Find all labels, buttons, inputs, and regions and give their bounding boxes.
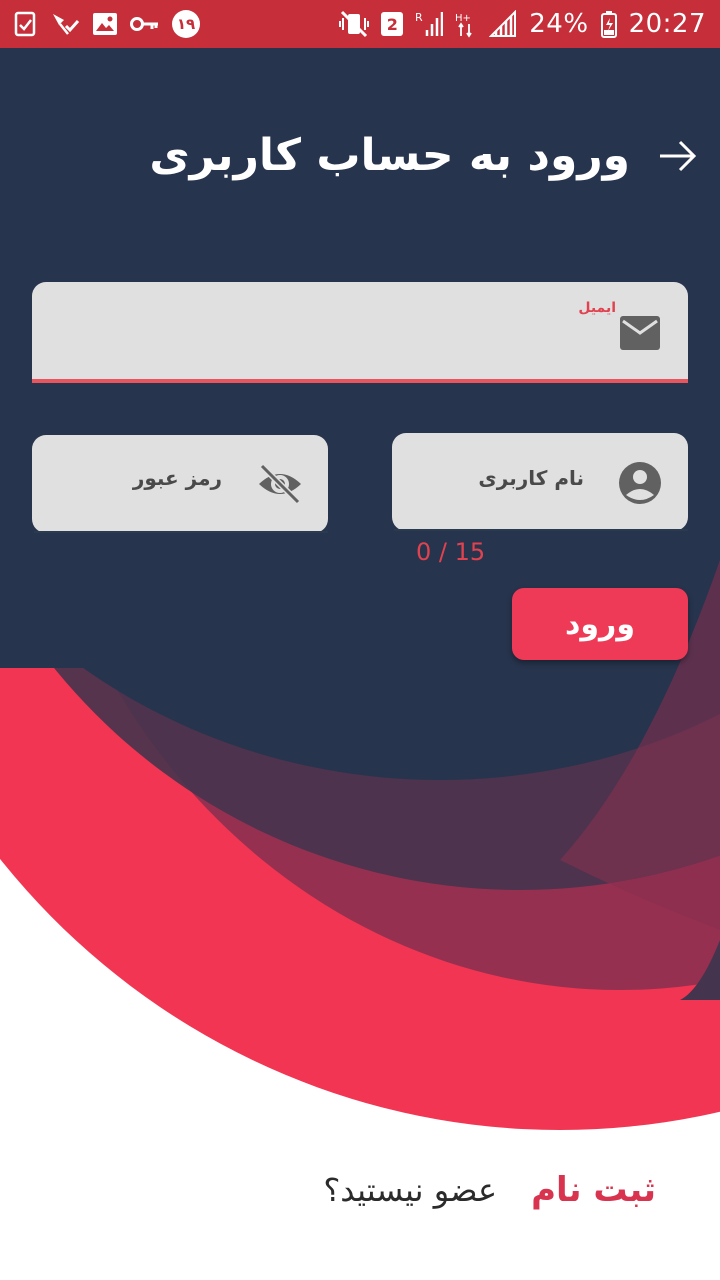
register-row: عضو نیستید؟ ثبت نام: [323, 1170, 656, 1210]
email-input[interactable]: [50, 330, 590, 366]
image-icon: [92, 12, 118, 36]
username-char-counter: 0 / 15: [416, 538, 486, 566]
satellite-check-icon: [50, 10, 80, 38]
signal-roaming-icon: R: [415, 10, 444, 38]
email-label: ایمیل: [578, 300, 616, 316]
eye-off-icon[interactable]: [256, 462, 304, 506]
svg-text:H+: H+: [455, 13, 471, 24]
checklist-icon: [14, 11, 38, 37]
svg-text:R: R: [415, 11, 423, 24]
vibrate-off-icon: [339, 10, 370, 38]
page-title: ورود به حساب کاربری: [149, 130, 630, 181]
status-bar: ۱۹ 2 R H+ 24% 20:27: [0, 0, 720, 48]
background-shapes: [0, 48, 720, 1280]
signal-icon: [489, 10, 517, 38]
username-label: نام کاربری: [478, 466, 584, 490]
header: ورود به حساب کاربری: [0, 130, 700, 181]
not-member-text: عضو نیستید؟: [323, 1171, 498, 1209]
mail-icon: [620, 316, 660, 350]
status-bar-right: 2 R H+ 24% 20:27: [339, 9, 706, 39]
password-label: رمز عبور: [132, 466, 222, 490]
password-underline: [34, 531, 328, 533]
email-underline: [32, 379, 688, 383]
clock: 20:27: [628, 9, 706, 39]
battery-percent: 24%: [529, 9, 589, 39]
status-bar-left: ۱۹: [14, 10, 200, 38]
username-underline: [394, 529, 688, 531]
login-button[interactable]: ورود: [512, 588, 688, 660]
account-circle-icon: [618, 461, 662, 505]
arrow-right-icon[interactable]: [656, 134, 700, 178]
key-icon: [130, 14, 160, 34]
notification-count-badge: ۱۹: [172, 10, 200, 38]
battery-charging-icon: [600, 10, 617, 38]
sim-slot-badge: 2: [381, 12, 404, 36]
data-network-icon: H+: [455, 10, 477, 38]
register-link[interactable]: ثبت نام: [531, 1170, 656, 1210]
